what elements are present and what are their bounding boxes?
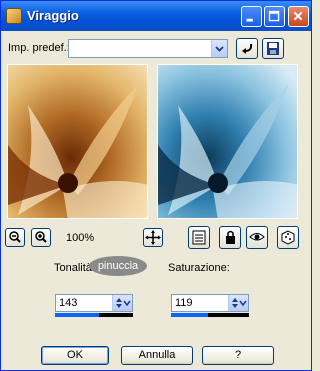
original-preview[interactable] [7, 64, 148, 219]
preview-list-icon [192, 230, 206, 245]
pan-button[interactable] [143, 228, 163, 247]
saturation-slider-fill [171, 313, 208, 317]
help-button[interactable]: ? [202, 346, 274, 365]
dice-icon [281, 230, 295, 245]
title-bar[interactable]: Viraggio [1, 1, 311, 31]
preset-dropdown-button[interactable] [211, 40, 227, 57]
saturation-label: Saturazione: [168, 262, 230, 274]
zoom-level: 100% [66, 232, 95, 244]
saturation-spin-arrows[interactable] [228, 295, 248, 311]
hue-spin-arrows[interactable] [112, 295, 132, 311]
hue-value: 143 [59, 297, 78, 309]
lock-icon [226, 230, 235, 244]
close-icon [293, 11, 303, 21]
close-button[interactable] [288, 6, 309, 27]
watermark: pinuccia [89, 256, 147, 276]
zoom-out-icon [9, 231, 21, 243]
ok-button[interactable]: OK [41, 346, 109, 365]
flower-sepia-image [8, 65, 147, 218]
maximize-icon [268, 10, 280, 22]
zoom-in-button[interactable] [31, 228, 51, 247]
flower-blue-image [158, 65, 297, 218]
preset-combo[interactable] [68, 39, 228, 58]
spin-arrows-icon [232, 298, 247, 308]
hue-slider[interactable] [55, 313, 133, 317]
dialog-window: Viraggio Imp. predef.: 100% Tonalità: pi… [0, 0, 312, 371]
maximize-button[interactable] [264, 6, 285, 27]
lock-button[interactable] [219, 226, 241, 249]
save-preset-button[interactable] [262, 38, 284, 59]
result-preview[interactable] [157, 64, 298, 219]
hue-slider-fill [55, 313, 99, 317]
window-title: Viraggio [27, 8, 79, 23]
chevron-down-icon [215, 46, 224, 52]
app-icon [6, 8, 22, 24]
zoom-in-icon [35, 231, 47, 243]
minimize-icon [246, 18, 253, 22]
preview-toggle-button[interactable] [188, 226, 210, 249]
minimize-button[interactable] [241, 6, 262, 27]
eye-icon [249, 233, 265, 241]
save-disk-icon [267, 42, 279, 55]
saturation-value: 119 [175, 297, 193, 309]
randomize-button[interactable] [277, 226, 299, 249]
saturation-spinbox[interactable]: 119 [171, 294, 249, 312]
saturation-slider[interactable] [171, 313, 249, 317]
cancel-button[interactable]: Annulla [121, 346, 193, 365]
spin-arrows-icon [116, 298, 131, 308]
move-icon [145, 230, 161, 245]
preset-label: Imp. predef.: [8, 42, 70, 54]
eye-button[interactable] [246, 226, 268, 249]
reset-arrow-icon [242, 43, 253, 54]
zoom-out-button[interactable] [5, 228, 25, 247]
hue-spinbox[interactable]: 143 [55, 294, 133, 312]
reset-button[interactable] [236, 38, 258, 59]
